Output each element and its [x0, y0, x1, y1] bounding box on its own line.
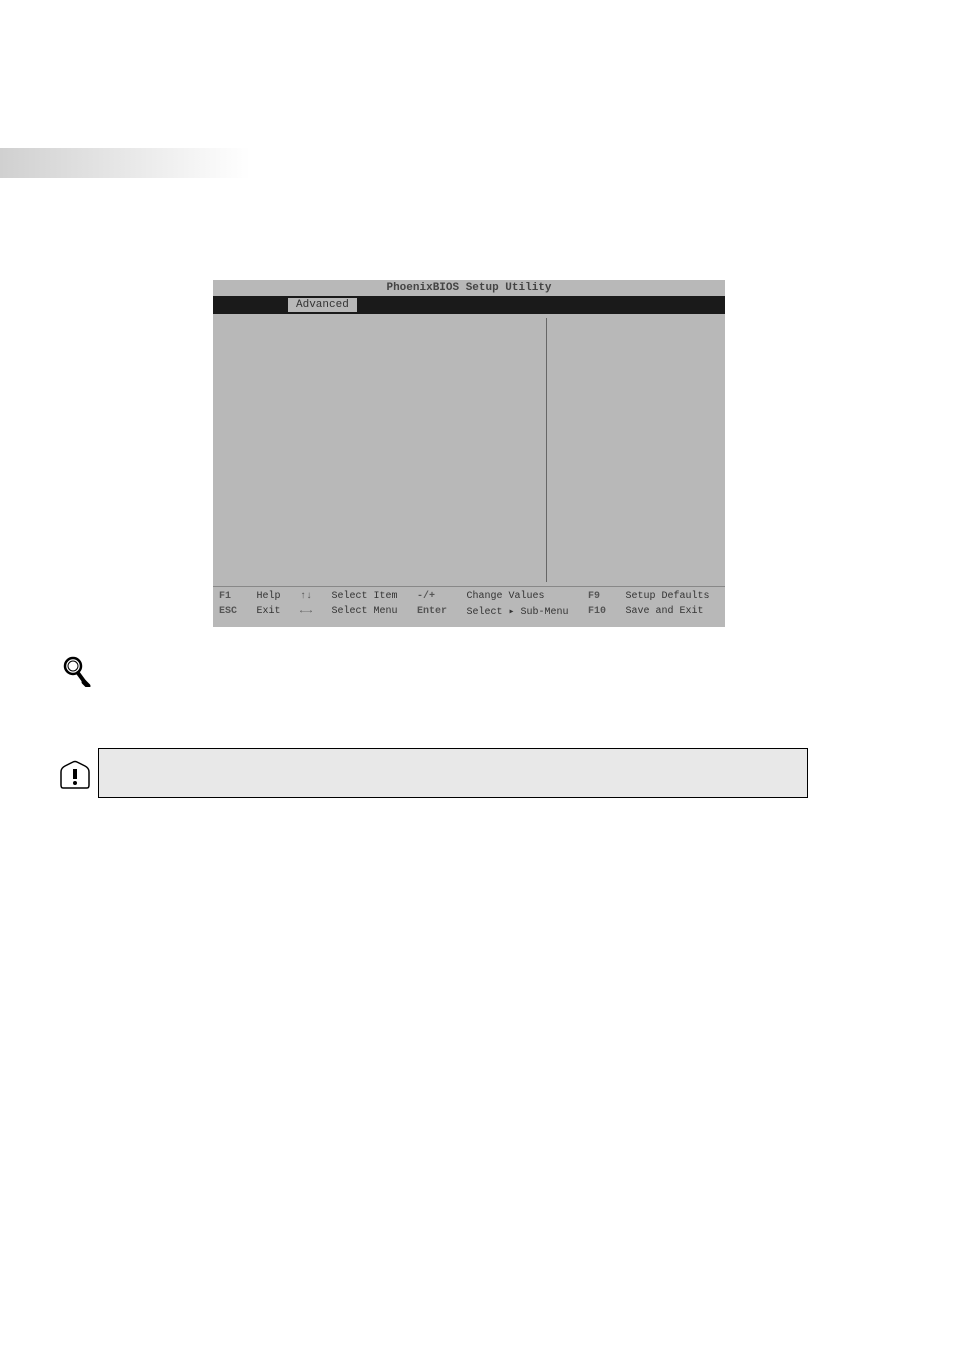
f10-action: Save and Exit — [626, 606, 720, 618]
f9-action: Setup Defaults — [626, 591, 720, 602]
plusminus-key: -/+ — [417, 591, 457, 602]
f1-key: F1 — [219, 591, 246, 602]
bios-content-area — [213, 314, 725, 586]
bios-title: PhoenixBIOS Setup Utility — [213, 280, 725, 296]
esc-action: Exit — [256, 606, 289, 618]
enter-key: Enter — [417, 606, 457, 618]
tab-advanced[interactable]: Advanced — [288, 298, 357, 312]
bios-footer-keys: F1 Help ↑↓ Select Item -/+ Change Values… — [213, 586, 725, 622]
bios-help-panel — [547, 318, 721, 582]
updown-action: Select Item — [331, 591, 407, 602]
caution-icon — [58, 758, 92, 792]
f1-action: Help — [256, 591, 289, 602]
esc-key: ESC — [219, 606, 246, 618]
f9-key: F9 — [588, 591, 616, 602]
magnifier-icon — [60, 655, 92, 687]
plusminus-action: Change Values — [466, 591, 578, 602]
bios-left-panel — [217, 318, 547, 582]
header-gradient-bar — [0, 148, 250, 178]
f10-key: F10 — [588, 606, 616, 618]
updown-key: ↑↓ — [300, 591, 322, 602]
bios-setup-window: PhoenixBIOS Setup Utility Advanced F1 He… — [213, 280, 725, 627]
leftright-action: Select Menu — [331, 606, 407, 618]
bios-menubar: Advanced — [213, 296, 725, 314]
enter-action: Select ▸ Sub-Menu — [466, 606, 578, 618]
caution-note-box — [98, 748, 808, 798]
leftright-key: ←→ — [300, 606, 322, 618]
